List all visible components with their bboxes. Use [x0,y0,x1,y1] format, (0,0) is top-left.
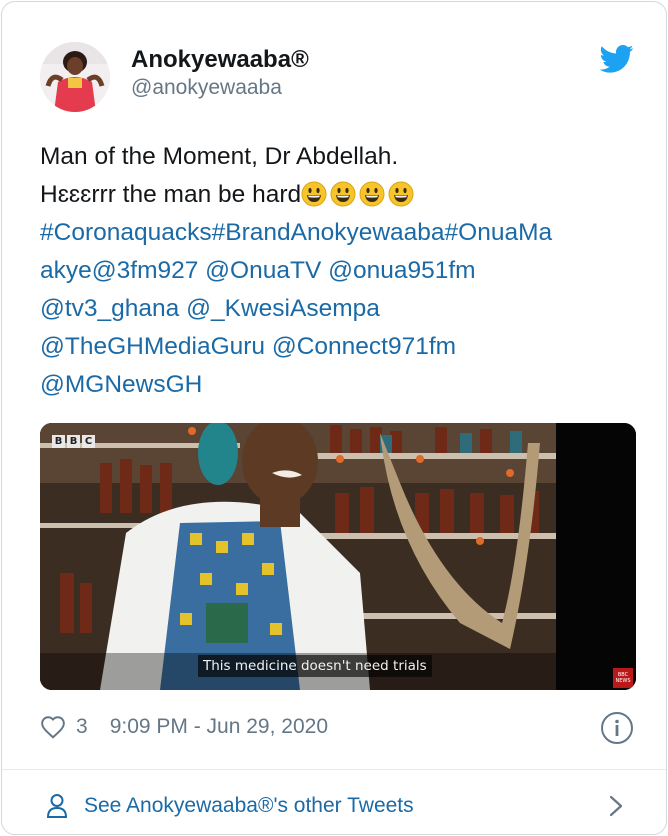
hashtag-link[interactable]: #Coronaquacks [40,219,212,246]
grinning-face-emoji-icon [359,181,385,207]
mention-link[interactable]: @MGNewsGH [40,371,202,398]
logo-letter: B [52,435,65,448]
info-icon[interactable] [600,711,634,745]
chevron-right-icon[interactable] [606,794,626,818]
video-frame-image [40,423,636,690]
tweet-line: @MGNewsGH [40,366,640,404]
see-other-tweets-label: See Anokyewaaba®'s other Tweets [84,794,414,817]
logo-letter: C [82,435,95,448]
mention-link[interactable]: @onua951fm [328,257,475,284]
tweet-line: akye@3fm927 @OnuaTV @onua951fm [40,252,640,290]
tweet-line: #Coronaquacks#BrandAnokyewaaba#OnuaMa [40,214,640,252]
heart-icon[interactable] [40,715,66,739]
tweet-line: Man of the Moment, Dr Abdellah. [40,138,640,176]
like-count[interactable]: 3 [76,715,88,739]
mention-link[interactable]: @TheGHMediaGuru [40,333,265,360]
tweet-text-segment: Hɛɛɛrrr the man be hard [40,181,302,208]
grinning-face-emoji-icon [388,181,414,207]
avatar[interactable] [40,42,110,112]
mention-link[interactable]: @3fm927 [92,257,199,284]
broadcaster-logo: B B C [52,435,95,448]
twitter-bird-icon[interactable] [600,44,634,74]
tweet-card: Anokyewaaba® @anokyewaaba Man of the Mom… [1,1,667,835]
tweet-line: Hɛɛɛrrr the man be hard [40,176,640,214]
mention-link[interactable]: @tv3_ghana [40,295,179,322]
person-icon [46,794,68,818]
tweet-meta: 3 9:09 PM - Jun 29, 2020 [40,710,328,744]
tweet-text-segment: Man of the Moment, Dr Abdellah. [40,143,399,170]
logo-letter: B [67,435,80,448]
see-other-tweets-link[interactable]: See Anokyewaaba®'s other Tweets [46,788,414,824]
grinning-face-emoji-icon [301,181,327,207]
tweet-line: @tv3_ghana @_KwesiAsempa [40,290,640,328]
video-thumbnail[interactable]: B B C This medicine doesn't need trials … [40,423,636,690]
hashtag-link[interactable]: #OnuaMa [445,219,553,246]
tweet-line: @TheGHMediaGuru @Connect971fm [40,328,640,366]
tweet-text-segment [265,333,272,360]
mention-link[interactable]: @_KwesiAsempa [186,295,380,322]
bbc-news-badge: BBC NEWS [613,668,633,688]
video-subtitle: This medicine doesn't need trials [198,655,432,677]
display-name[interactable]: Anokyewaaba® [131,46,309,74]
tweet-text: Man of the Moment, Dr Abdellah. Hɛɛɛrrr t… [40,138,640,404]
mention-link[interactable]: akye [40,257,92,284]
avatar-image [40,42,110,112]
mention-link[interactable]: @OnuaTV [205,257,321,284]
divider [2,769,666,770]
hashtag-link[interactable]: #BrandAnokyewaaba [212,219,445,246]
handle[interactable]: @anokyewaaba [131,76,282,100]
mention-link[interactable]: @Connect971fm [272,333,456,360]
grinning-face-emoji-icon [330,181,356,207]
tweet-timestamp[interactable]: 9:09 PM - Jun 29, 2020 [110,715,328,739]
